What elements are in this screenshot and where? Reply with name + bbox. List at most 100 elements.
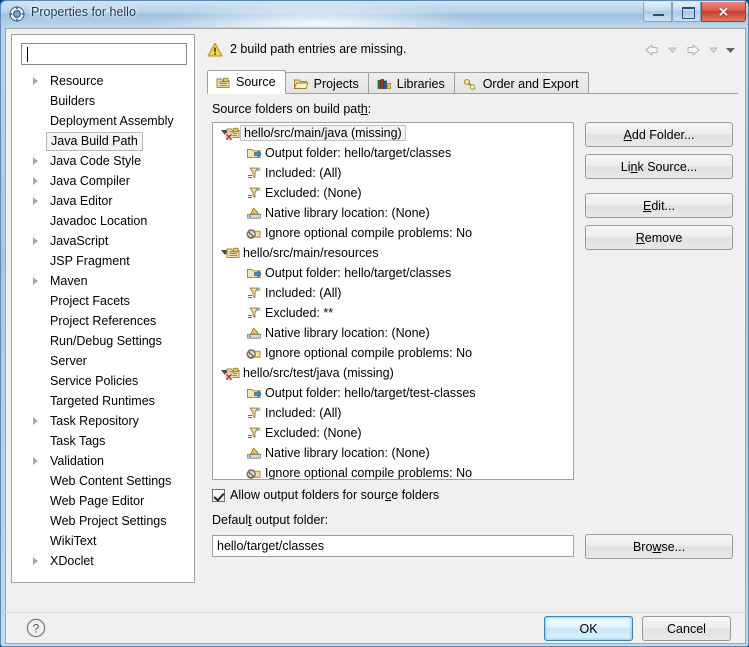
- edit-button[interactable]: Edit...: [585, 193, 733, 218]
- close-button[interactable]: ✕: [701, 2, 746, 22]
- window-title: Properties for hello: [31, 5, 136, 19]
- expand-arrow-icon[interactable]: [33, 277, 38, 285]
- sidebar-item-task-repository[interactable]: Task Repository: [12, 411, 194, 431]
- sidebar-item-builders[interactable]: Builders: [12, 91, 194, 111]
- sidebar-item-web-page-editor[interactable]: Web Page Editor: [12, 491, 194, 511]
- sidebar-item-jsp-fragment[interactable]: JSP Fragment: [12, 251, 194, 271]
- sidebar-item-java-code-style[interactable]: Java Code Style: [12, 151, 194, 171]
- remove-button[interactable]: Remove: [585, 225, 733, 250]
- expand-arrow-icon[interactable]: [33, 417, 38, 425]
- properties-gear-icon: [9, 6, 25, 22]
- sidebar-item-validation[interactable]: Validation: [12, 451, 194, 471]
- sidebar-item-project-facets[interactable]: Project Facets: [12, 291, 194, 311]
- sidebar-item-javadoc-location[interactable]: Javadoc Location: [12, 211, 194, 231]
- source-folder-attribute-row[interactable]: Included: (All): [213, 403, 573, 423]
- dialog-footer: ? OK Cancel: [5, 613, 746, 644]
- source-folder-attribute-label: Output folder: hello/target/classes: [265, 146, 452, 160]
- link-source-button[interactable]: Link Source...: [585, 154, 733, 179]
- help-question-icon[interactable]: ?: [23, 615, 49, 641]
- libraries-books-icon: [376, 76, 393, 91]
- sidebar-item-maven[interactable]: Maven: [12, 271, 194, 291]
- source-folder-attribute-row[interactable]: Excluded: (None): [213, 423, 573, 443]
- sidebar-item-label: Task Repository: [50, 414, 139, 428]
- source-folder-attribute-row[interactable]: Excluded: **: [213, 303, 573, 323]
- browse-button-label: Browse...: [632, 539, 686, 554]
- expand-arrow-icon[interactable]: [33, 157, 38, 165]
- sidebar-item-wikitext[interactable]: WikiText: [12, 531, 194, 551]
- sidebar-item-task-tags[interactable]: Task Tags: [12, 431, 194, 451]
- tab-source[interactable]: Source: [207, 70, 286, 94]
- forward-arrow-icon[interactable]: [682, 41, 704, 59]
- output-folder-icon: [246, 145, 262, 161]
- maximize-button[interactable]: [672, 2, 701, 22]
- sidebar-item-label: Java Build Path: [46, 132, 143, 151]
- source-folder-attribute-row[interactable]: Included: (All): [213, 163, 573, 183]
- source-folder-attribute-row[interactable]: Ignore optional compile problems: No: [213, 463, 573, 479]
- source-folder-attribute-row[interactable]: Ignore optional compile problems: No: [213, 343, 573, 363]
- expand-arrow-icon[interactable]: [33, 197, 38, 205]
- tab-libraries[interactable]: Libraries: [367, 72, 455, 94]
- sidebar-item-label: Java Compiler: [50, 174, 130, 188]
- minimize-button[interactable]: [643, 2, 672, 22]
- source-folder-attribute-row[interactable]: Output folder: hello/target/classes: [213, 263, 573, 283]
- allow-output-folders-checkbox[interactable]: Allow output folders for source folders: [212, 488, 439, 502]
- sidebar-item-web-content-settings[interactable]: Web Content Settings: [12, 471, 194, 491]
- back-arrow-icon[interactable]: [641, 41, 663, 59]
- source-folder-attribute-row[interactable]: Output folder: hello/target/classes: [213, 143, 573, 163]
- expand-arrow-icon[interactable]: [33, 177, 38, 185]
- forward-history-chevron-down-icon[interactable]: [706, 41, 721, 59]
- sidebar-item-run-debug-settings[interactable]: Run/Debug Settings: [12, 331, 194, 351]
- sidebar-item-web-project-settings[interactable]: Web Project Settings: [12, 511, 194, 531]
- ok-button[interactable]: OK: [544, 616, 633, 641]
- sidebar-item-java-editor[interactable]: Java Editor: [12, 191, 194, 211]
- sidebar-item-label: Project Facets: [50, 294, 130, 308]
- sidebar-item-deployment-assembly[interactable]: Deployment Assembly: [12, 111, 194, 131]
- sidebar-item-javascript[interactable]: JavaScript: [12, 231, 194, 251]
- source-folder-attribute-row[interactable]: Native library location: (None): [213, 443, 573, 463]
- source-folders-label: Source folders on build path:: [212, 102, 372, 116]
- sidebar-item-server[interactable]: Server: [12, 351, 194, 371]
- included-filter-icon: [246, 285, 262, 301]
- sidebar-item-service-policies[interactable]: Service Policies: [12, 371, 194, 391]
- browse-button[interactable]: Browse...: [585, 534, 733, 559]
- tab-label: Order and Export: [482, 76, 579, 91]
- source-folder-attribute-row[interactable]: Native library location: (None): [213, 203, 573, 223]
- settings-category-tree[interactable]: Resource Builders Deployment Assembly Java …: [12, 71, 194, 581]
- source-folder-row[interactable]: hello/src/main/java (missing): [213, 123, 573, 143]
- tab-order-and-export[interactable]: Order and Export: [453, 72, 589, 94]
- expand-arrow-icon[interactable]: [33, 77, 38, 85]
- back-history-chevron-down-icon[interactable]: [665, 41, 680, 59]
- source-folder-attribute-label: Included: (All): [265, 406, 342, 420]
- order-export-icon: [462, 76, 479, 91]
- sidebar-item-java-compiler[interactable]: Java Compiler: [12, 171, 194, 191]
- window-controls: ✕: [643, 2, 746, 23]
- source-folders-tree[interactable]: hello/src/main/java (missing) Output fold…: [212, 122, 574, 480]
- add-folder-button[interactable]: Add Folder...: [585, 122, 733, 147]
- tab-bar[interactable]: Source Projects Libraries Order and Export: [207, 70, 589, 94]
- sidebar-item-targeted-runtimes[interactable]: Targeted Runtimes: [12, 391, 194, 411]
- source-folder-icon: [215, 75, 232, 90]
- view-menu-chevron-down-icon[interactable]: [723, 41, 738, 59]
- source-folder-attribute-row[interactable]: Native library location: (None): [213, 323, 573, 343]
- source-folder-attribute-row[interactable]: Ignore optional compile problems: No: [213, 223, 573, 243]
- source-folder-attribute-row[interactable]: Excluded: (None): [213, 183, 573, 203]
- title-bar: Properties for hello ✕: [1, 1, 748, 27]
- source-folder-attribute-row[interactable]: Included: (All): [213, 283, 573, 303]
- sidebar-item-label: Project References: [50, 314, 157, 328]
- source-folder-row[interactable]: hello/src/test/java (missing): [213, 363, 573, 383]
- tab-projects[interactable]: Projects: [284, 72, 369, 94]
- expand-arrow-icon[interactable]: [33, 457, 38, 465]
- source-folder-attribute-row[interactable]: Output folder: hello/target/test-classes: [213, 383, 573, 403]
- sidebar-item-xdoclet[interactable]: XDoclet: [12, 551, 194, 571]
- cancel-button[interactable]: Cancel: [642, 616, 731, 641]
- source-folder-label: hello/src/main/resources: [243, 246, 379, 260]
- sidebar-item-resource[interactable]: Resource: [12, 71, 194, 91]
- default-output-folder-input[interactable]: hello/target/classes: [212, 535, 574, 557]
- sidebar-item-project-references[interactable]: Project References: [12, 311, 194, 331]
- filter-input[interactable]: [21, 43, 187, 65]
- expand-arrow-icon[interactable]: [33, 557, 38, 565]
- sidebar-item-java-build-path[interactable]: Java Build Path: [12, 131, 194, 151]
- expand-arrow-icon[interactable]: [33, 237, 38, 245]
- source-folder-row[interactable]: hello/src/main/resources: [213, 243, 573, 263]
- button-label: Edit...: [643, 198, 675, 213]
